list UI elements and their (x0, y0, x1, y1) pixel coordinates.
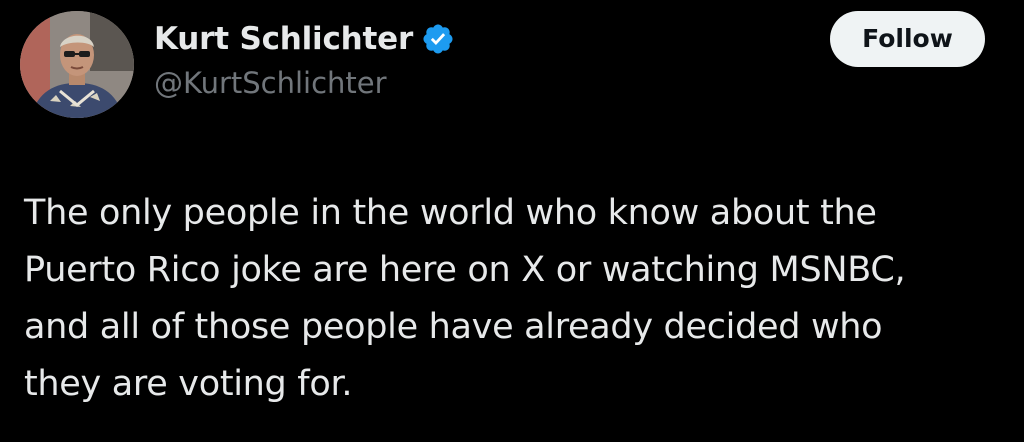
tweet-card: Kurt Schlichter @KurtSchlichter Follow T… (0, 0, 1024, 442)
author-handle[interactable]: @KurtSchlichter (154, 66, 387, 100)
author-name-row: Kurt Schlichter (154, 18, 455, 60)
tweet-text-line: Puerto Rico joke are here on X or watchi… (24, 250, 906, 290)
follow-button[interactable]: Follow (830, 11, 985, 67)
avatar[interactable] (20, 11, 134, 118)
tweet-text-line: The only people in the world who know ab… (24, 193, 877, 233)
tweet-text: The only people in the world who know ab… (24, 185, 1014, 413)
avatar-photo (20, 11, 134, 118)
author-display-name[interactable]: Kurt Schlichter (154, 21, 413, 57)
tweet-text-line: they are voting for. (24, 364, 353, 404)
verified-badge-icon[interactable] (421, 22, 455, 56)
tweet-text-line: and all of those people have already dec… (24, 307, 883, 347)
